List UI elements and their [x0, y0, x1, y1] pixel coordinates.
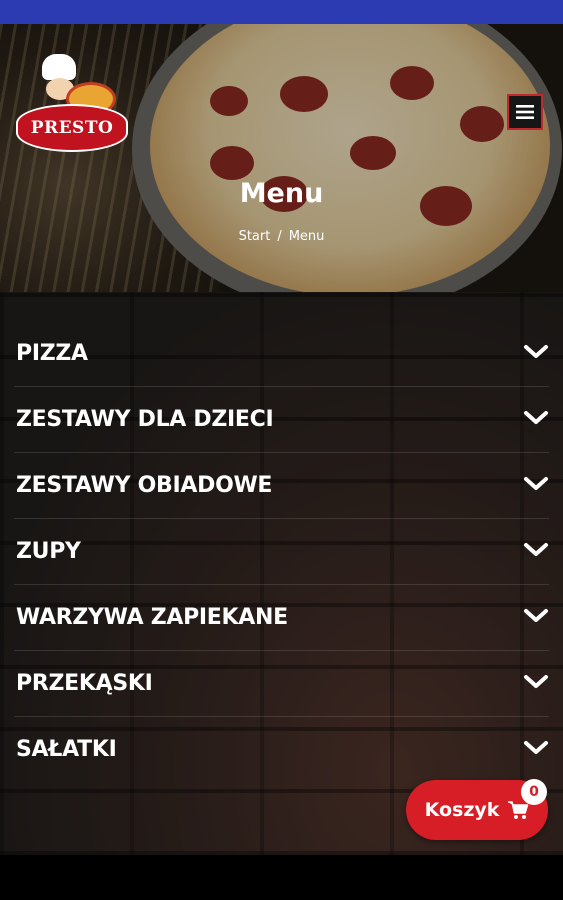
menu-content: PIZZA ZESTAWY DLA DZIECI ZESTAWY OBIADOW…: [0, 292, 563, 855]
presto-logo[interactable]: PRESTO: [16, 52, 128, 152]
hero-banner: PRESTO: [0, 24, 563, 292]
category-list: PIZZA ZESTAWY DLA DZIECI ZESTAWY OBIADOW…: [14, 321, 549, 783]
category-zupy[interactable]: ZUPY: [14, 519, 549, 585]
page-title: Menu: [239, 178, 324, 209]
breadcrumb: Start / Menu: [0, 229, 563, 244]
category-zestawy-dla-dzieci[interactable]: ZESTAWY DLA DZIECI: [14, 387, 549, 453]
chevron-down-icon: [524, 411, 548, 424]
logo-banner: PRESTO: [16, 104, 128, 152]
hamburger-menu-icon: [516, 105, 534, 119]
logo-text: PRESTO: [30, 118, 114, 138]
breadcrumb-separator: /: [277, 229, 282, 244]
category-label: WARZYWA ZAPIEKANE: [16, 605, 288, 630]
category-warzywa-zapiekane[interactable]: WARZYWA ZAPIEKANE: [14, 585, 549, 651]
category-label: ZESTAWY DLA DZIECI: [16, 407, 274, 432]
bottom-navigation-bar: [0, 855, 563, 900]
category-label: PIZZA: [16, 341, 88, 366]
category-label: ZESTAWY OBIADOWE: [16, 473, 273, 498]
category-label: ZUPY: [16, 539, 81, 564]
chevron-down-icon: [524, 609, 548, 622]
category-pizza[interactable]: PIZZA: [14, 321, 549, 387]
category-zestawy-obiadowe[interactable]: ZESTAWY OBIADOWE: [14, 453, 549, 519]
cart-label: Koszyk: [424, 799, 500, 821]
category-przekaski[interactable]: PRZEKĄSKI: [14, 651, 549, 717]
cart-count-badge: 0: [521, 779, 547, 805]
breadcrumb-current: Menu: [288, 229, 325, 244]
chevron-down-icon: [524, 675, 548, 688]
chef-hat-icon: [42, 54, 76, 80]
category-salatki[interactable]: SAŁATKI: [14, 717, 549, 783]
chevron-down-icon: [524, 543, 548, 556]
status-bar: [0, 0, 563, 24]
chevron-down-icon: [524, 741, 548, 754]
menu-toggle-button[interactable]: [507, 94, 543, 130]
chevron-down-icon: [524, 477, 548, 490]
chevron-down-icon: [524, 345, 548, 358]
breadcrumb-start-link[interactable]: Start: [239, 229, 271, 244]
category-label: PRZEKĄSKI: [16, 671, 153, 696]
category-label: SAŁATKI: [16, 737, 117, 762]
